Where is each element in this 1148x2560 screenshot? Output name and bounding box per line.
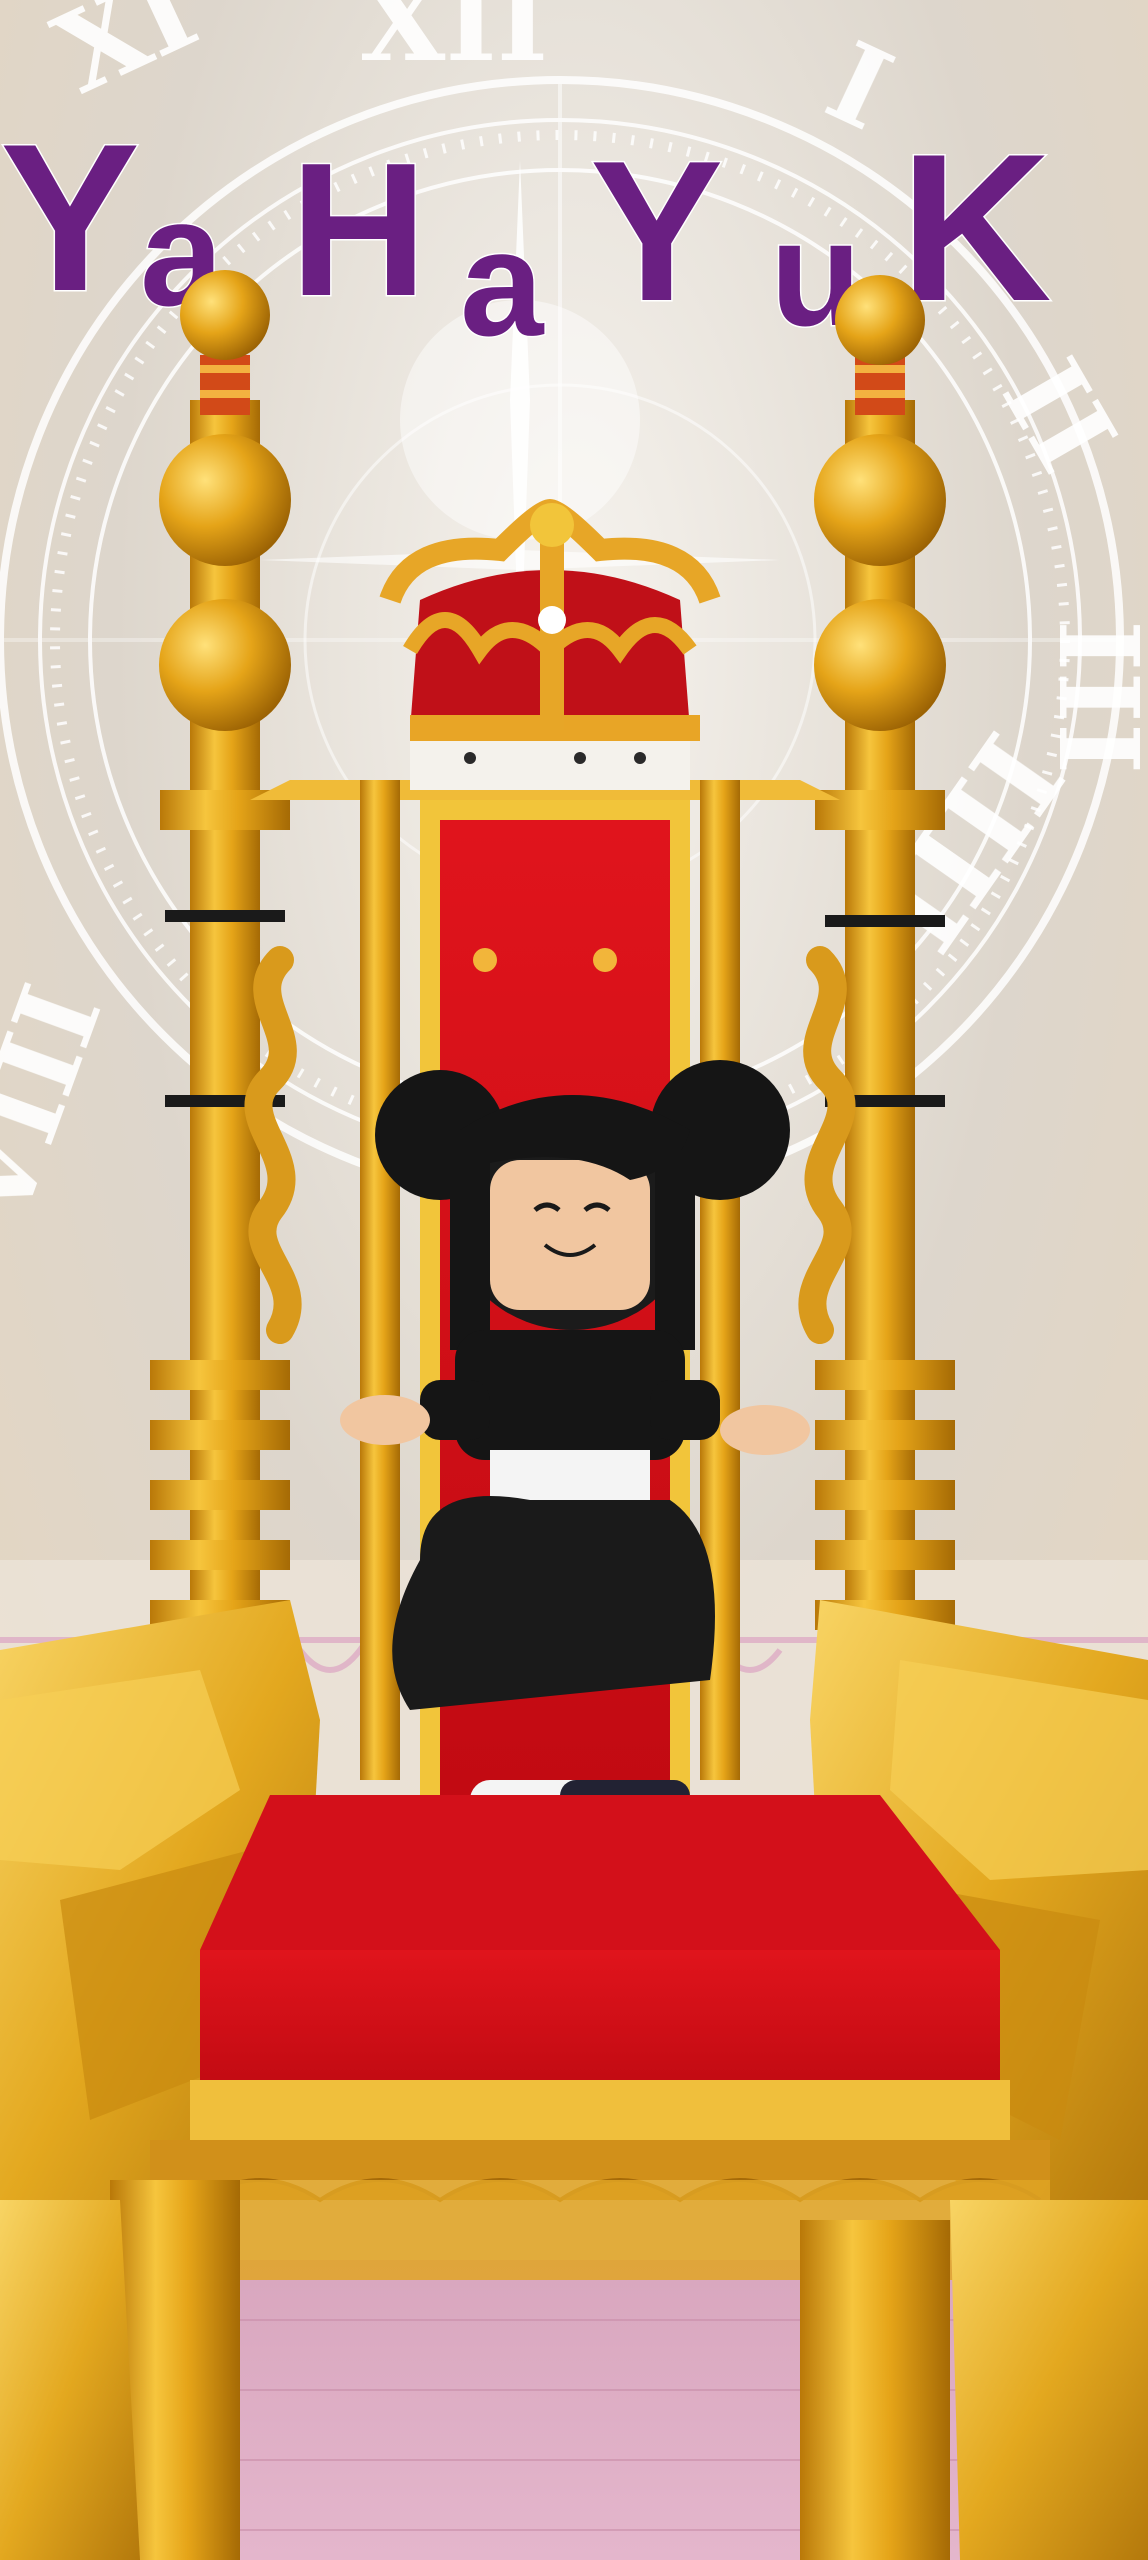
svg-text:Y: Y [590,120,723,343]
scene-canvas: XI XII I II III IIII VIII Y a H a Y u K [0,0,1148,2560]
svg-text:H: H [290,124,427,336]
crown-icon [379,498,721,790]
game-scene: XI XII I II III IIII VIII Y a H a Y u K [0,0,1148,2560]
throne-seat [150,1795,1050,2280]
svg-text:Y: Y [0,100,140,335]
svg-text:XII: XII [360,0,548,86]
svg-text:III: III [1034,620,1148,774]
svg-text:a: a [460,199,545,367]
